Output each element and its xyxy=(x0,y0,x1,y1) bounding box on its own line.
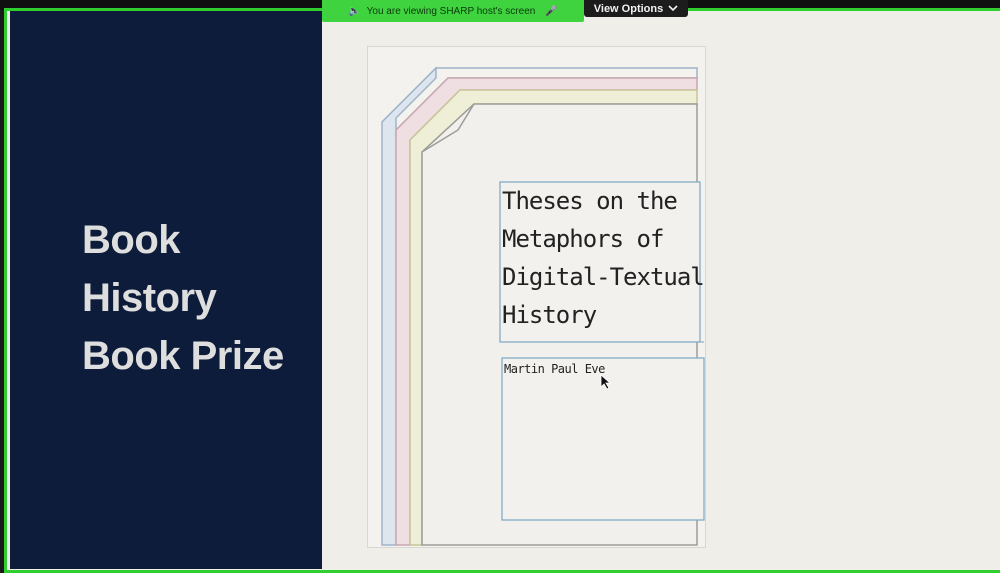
share-banner-text: You are viewing SHARP host's screen xyxy=(366,5,536,17)
screen-share-banner: 🔈 You are viewing SHARP host's screen 🎤 xyxy=(322,0,584,22)
microphone-icon[interactable]: 🎤 xyxy=(545,6,557,17)
book-author: Martin Paul Eve xyxy=(504,362,605,376)
chevron-down-icon xyxy=(668,5,678,12)
view-options-label: View Options xyxy=(593,2,664,15)
book-title: Theses on the Metaphors of Digital-Textu… xyxy=(502,182,705,334)
book-title-line: History xyxy=(502,301,597,329)
speaker-icon[interactable]: 🔈 xyxy=(348,6,360,17)
view-options-button[interactable]: View Options xyxy=(584,0,688,17)
book-title-line: Theses on the xyxy=(502,187,678,215)
mouse-cursor-icon xyxy=(600,374,612,390)
book-title-line: Digital-Textual xyxy=(502,263,705,291)
cover-stacked-pages-art xyxy=(381,66,705,546)
book-title-line: Metaphors of xyxy=(502,225,664,253)
